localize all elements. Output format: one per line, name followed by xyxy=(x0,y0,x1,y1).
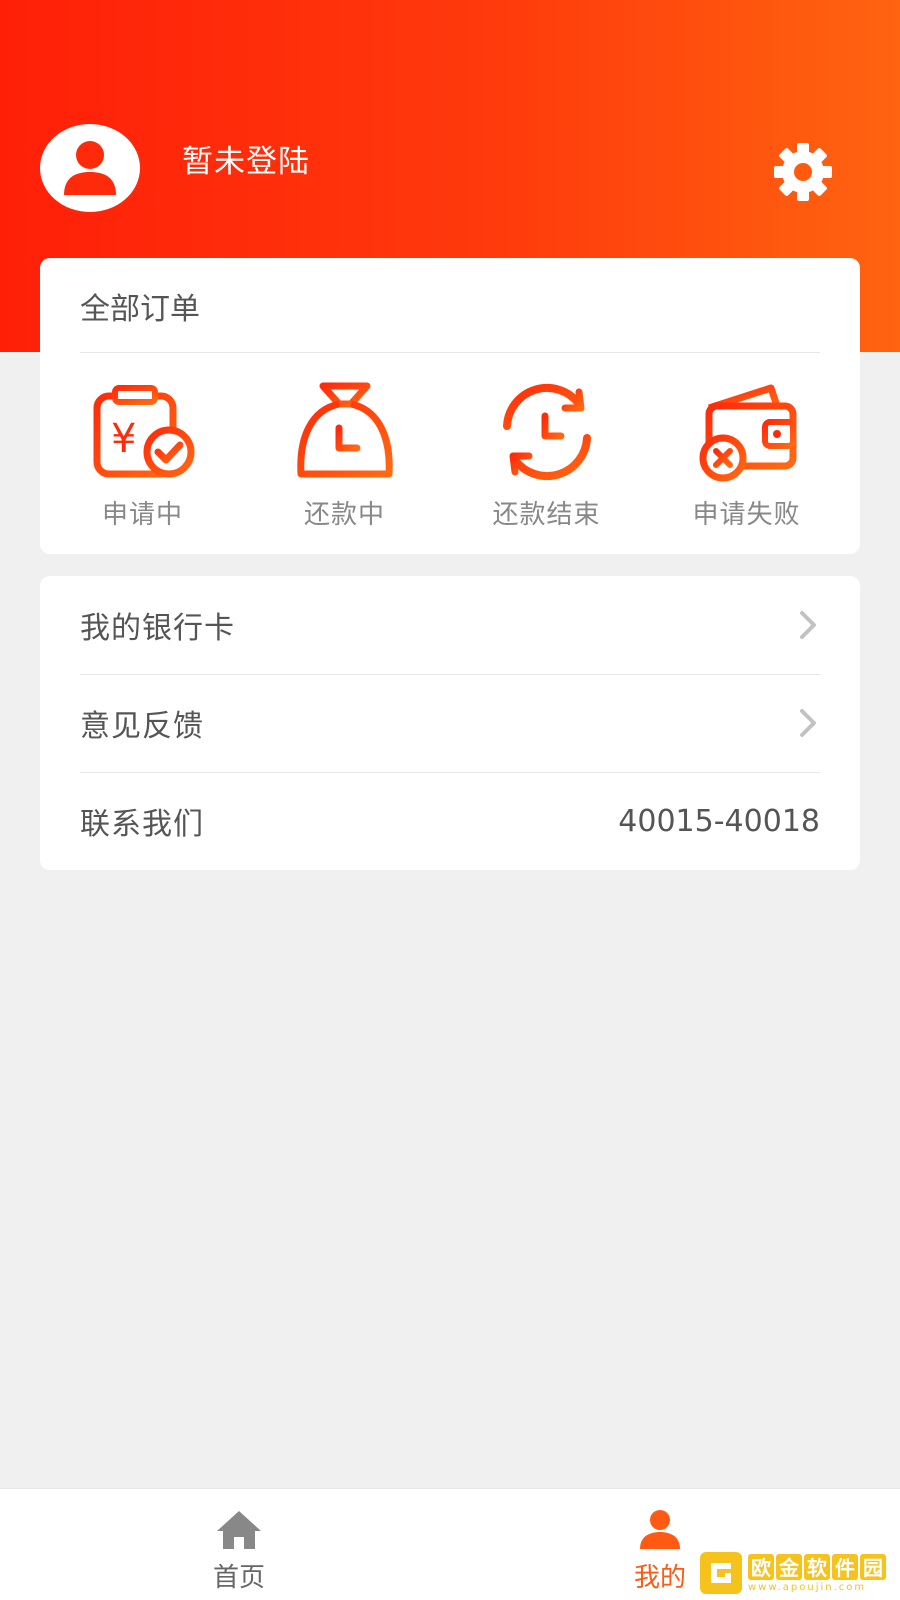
order-status-applying[interactable]: ¥ 申请中 xyxy=(40,382,245,532)
home-icon xyxy=(217,1511,261,1549)
menu-item-feedback[interactable]: 意见反馈 xyxy=(80,674,820,772)
order-status-repaying[interactable]: 还款中 xyxy=(242,382,447,532)
watermark-char: 欧 xyxy=(748,1553,774,1580)
watermark-char: 软 xyxy=(804,1553,830,1580)
avatar[interactable] xyxy=(40,124,140,212)
login-status-text[interactable]: 暂未登陆 xyxy=(182,136,310,181)
orders-card: 全部订单 ¥ 申请中 还款中 还款结束 申请失败 xyxy=(40,258,860,554)
all-orders-link[interactable]: 全部订单 xyxy=(80,284,200,328)
watermark-logo: 欧 金 软 件 园 www.apoujin.com xyxy=(700,1546,900,1600)
menu-item-label: 我的银行卡 xyxy=(80,611,235,646)
watermark-subtitle: www.apoujin.com xyxy=(748,1581,867,1593)
order-status-repaid[interactable]: 还款结束 xyxy=(444,382,649,532)
divider xyxy=(80,352,820,353)
menu-card: 我的银行卡 意见反馈 联系我们 40015-40018 xyxy=(40,576,860,870)
watermark-char: 金 xyxy=(776,1553,802,1580)
order-status-label: 申请失败 xyxy=(692,500,801,530)
contact-phone-number[interactable]: 40015-40018 xyxy=(618,804,820,839)
clock-cycle-icon xyxy=(502,383,591,481)
nav-tab-home[interactable]: 首页 xyxy=(159,1489,319,1600)
svg-text:¥: ¥ xyxy=(111,416,136,462)
watermark-char: 园 xyxy=(860,1553,886,1580)
watermark-char: 件 xyxy=(832,1553,858,1580)
gear-icon xyxy=(774,143,832,201)
money-bag-clock-icon xyxy=(296,382,393,478)
order-status-label: 还款中 xyxy=(303,500,385,530)
watermark-text: 欧 金 软 件 园 www.apoujin.com xyxy=(748,1553,888,1593)
order-status-label: 还款结束 xyxy=(492,500,601,530)
nav-tab-label: 我的 xyxy=(633,1563,686,1593)
chevron-right-icon xyxy=(800,611,816,639)
order-status-failed[interactable]: 申请失败 xyxy=(644,382,849,532)
menu-item-bank-cards[interactable]: 我的银行卡 xyxy=(80,576,820,674)
order-status-label: 申请中 xyxy=(101,500,183,530)
menu-item-label: 联系我们 xyxy=(80,807,204,842)
user-avatar-icon xyxy=(64,141,116,195)
chevron-right-icon xyxy=(800,709,816,737)
user-icon xyxy=(640,1510,680,1549)
watermark-badge-icon xyxy=(700,1552,742,1594)
wallet-failed-icon xyxy=(699,384,796,482)
settings-button[interactable] xyxy=(768,137,838,207)
application-pending-icon: ¥ xyxy=(93,385,194,478)
menu-item-label: 意见反馈 xyxy=(80,709,204,744)
nav-tab-label: 首页 xyxy=(212,1563,265,1593)
menu-item-contact-us[interactable]: 联系我们 40015-40018 xyxy=(80,772,820,870)
watermark-title: 欧 金 软 件 园 xyxy=(748,1553,888,1580)
